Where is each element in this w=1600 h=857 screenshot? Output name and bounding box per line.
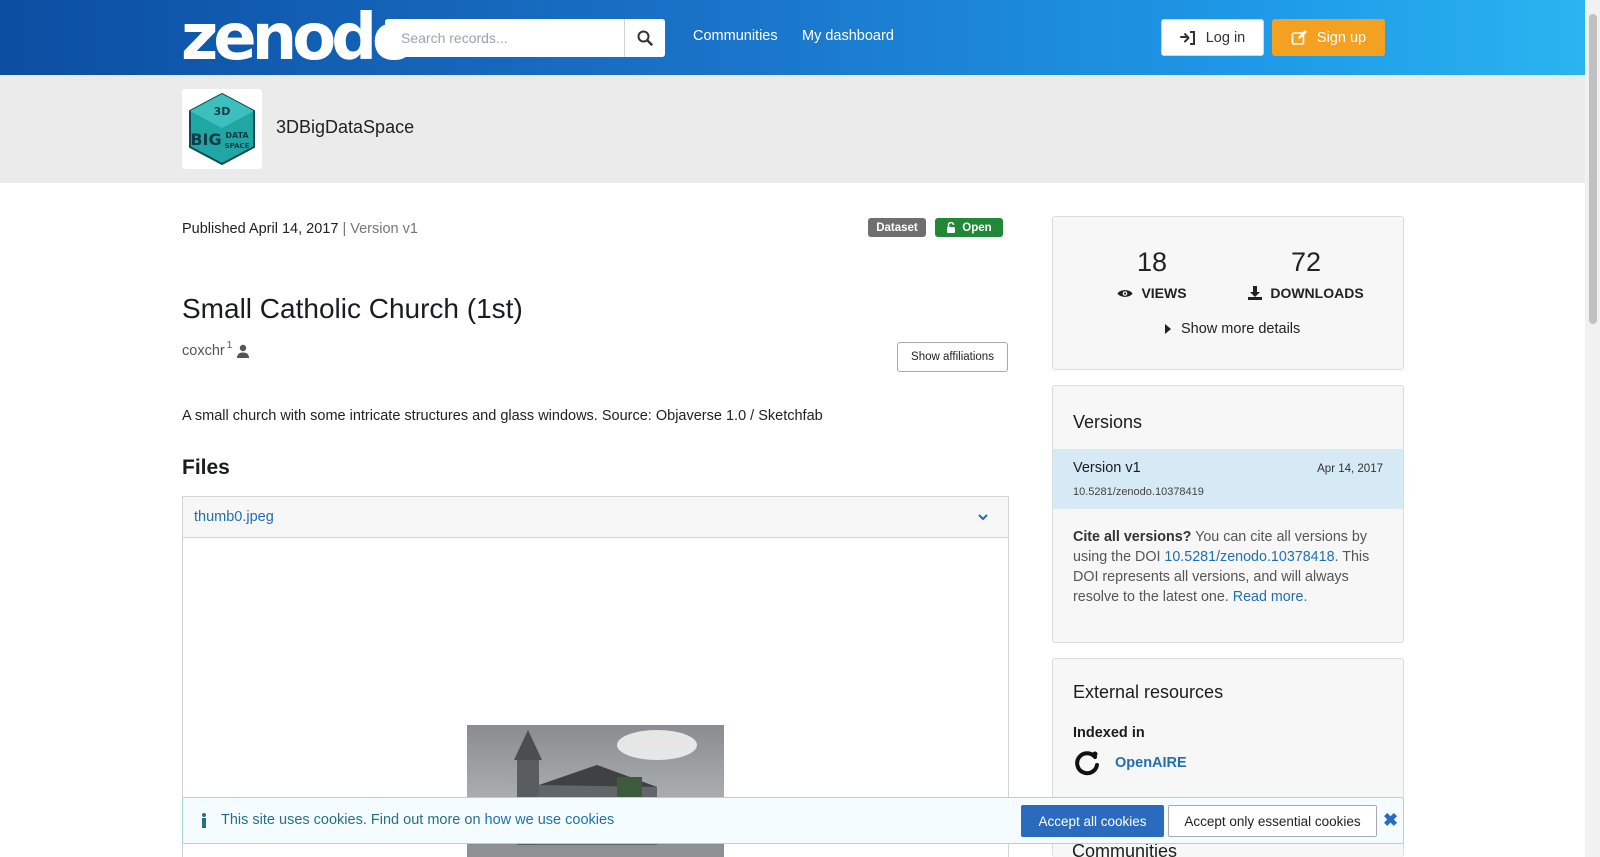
login-label: Log in (1205, 29, 1246, 46)
zenodo-logo[interactable]: zenodo (181, 6, 416, 70)
login-button[interactable]: Log in (1161, 19, 1264, 56)
views-count: 18 (1136, 247, 1168, 277)
top-navbar: zenodo Communities My dashboard Log in S… (0, 0, 1585, 75)
creator: coxchr 1 (182, 340, 250, 359)
logo-text-data: DATA (225, 131, 249, 140)
logo-text-big: BIG (190, 130, 221, 149)
cite-all-versions-bold: Cite all versions? (1073, 529, 1192, 545)
community-logo-image: 3D BIG DATA SPACE (189, 92, 255, 166)
signup-button[interactable]: Sign up (1272, 19, 1385, 56)
publication-info: Published April 14, 2017 | Version v1 (182, 221, 418, 237)
version-date: Apr 14, 2017 (1317, 463, 1383, 475)
nav-my-dashboard[interactable]: My dashboard (802, 28, 894, 44)
cookie-text: This site uses cookies. Find out more on (221, 812, 485, 828)
close-icon[interactable]: ✖ (1383, 810, 1398, 831)
access-label: Open (962, 221, 992, 234)
accept-essential-cookies-button[interactable]: Accept only essential cookies (1168, 805, 1377, 837)
versions-card: Versions Version v1 Apr 14, 2017 10.5281… (1052, 385, 1404, 643)
version-name: Version v1 (1073, 460, 1141, 476)
views-label-text: VIEWS (1141, 285, 1187, 301)
search-input[interactable] (385, 19, 624, 57)
show-more-details-label: Show more details (1181, 321, 1301, 337)
openaire-entry[interactable]: OpenAIRE (1073, 749, 1187, 777)
logo-text-space: SPACE (225, 142, 250, 150)
file-name-link[interactable]: thumb0.jpeg (194, 509, 274, 525)
indexed-in-label: Indexed in (1073, 725, 1145, 741)
search-bar (385, 19, 665, 57)
file-preview-header[interactable]: thumb0.jpeg (183, 497, 1008, 538)
access-badge: Open (935, 218, 1003, 237)
download-icon (1248, 286, 1263, 300)
openaire-icon (1075, 751, 1099, 776)
downloads-label: DOWNLOADS (1236, 285, 1376, 301)
show-affiliations-button[interactable]: Show affiliations (897, 342, 1008, 372)
search-button[interactable] (624, 19, 665, 57)
cookie-banner: This site uses cookies. Find out more on… (182, 797, 1404, 844)
eye-icon (1117, 289, 1133, 297)
accept-all-cookies-button[interactable]: Accept all cookies (1021, 805, 1164, 837)
signup-label: Sign up (1316, 29, 1367, 46)
cookie-policy-link[interactable]: how we use cookies (485, 812, 615, 828)
downloads-label-text: DOWNLOADS (1270, 285, 1364, 301)
show-more-details-toggle[interactable]: Show more details (1165, 321, 1300, 337)
external-resources-title: External resources (1073, 682, 1224, 702)
openaire-link[interactable]: OpenAIRE (1115, 755, 1187, 771)
stats-card: 18 VIEWS 72 DOWNLOADS Show more details (1052, 216, 1404, 370)
cite-all-versions: Cite all versions? You can cite all vers… (1073, 527, 1388, 607)
views-label: VIEWS (1082, 285, 1222, 301)
resource-type-badge: Dataset (868, 218, 926, 237)
version-item[interactable]: Version v1 Apr 14, 2017 10.5281/zenodo.1… (1053, 449, 1403, 509)
concept-doi-link[interactable]: 10.5281/zenodo.10378418 (1164, 549, 1334, 565)
version-doi: 10.5281/zenodo.10378419 (1073, 486, 1204, 498)
record-title: Small Catholic Church (1st) (182, 293, 523, 324)
record-description: A small church with some intricate struc… (182, 408, 823, 424)
logo-text-3d: 3D (214, 105, 231, 118)
edit-icon (1291, 29, 1307, 45)
nav-communities[interactable]: Communities (693, 28, 778, 44)
downloads-count: 72 (1290, 247, 1322, 277)
search-icon (637, 30, 653, 46)
info-icon (202, 813, 206, 828)
cookie-message: This site uses cookies. Find out more on… (221, 812, 614, 828)
unlock-icon (947, 222, 956, 233)
published-date: Published April 14, 2017 (182, 221, 339, 237)
community-name[interactable]: 3DBigDataSpace (276, 117, 414, 138)
scrollbar-thumb[interactable] (1589, 14, 1597, 324)
sign-in-icon (1179, 30, 1195, 45)
chevron-down-icon[interactable] (977, 513, 989, 521)
files-heading: Files (182, 456, 230, 479)
read-more-link[interactable]: Read more. (1233, 589, 1308, 605)
affiliation-number: 1 (226, 340, 233, 351)
community-logo[interactable]: 3D BIG DATA SPACE (182, 89, 262, 169)
record-version: | Version v1 (342, 221, 418, 237)
caret-right-icon (1165, 324, 1171, 334)
versions-title: Versions (1073, 412, 1143, 432)
user-icon (237, 344, 250, 358)
creator-name[interactable]: coxchr (182, 343, 225, 359)
